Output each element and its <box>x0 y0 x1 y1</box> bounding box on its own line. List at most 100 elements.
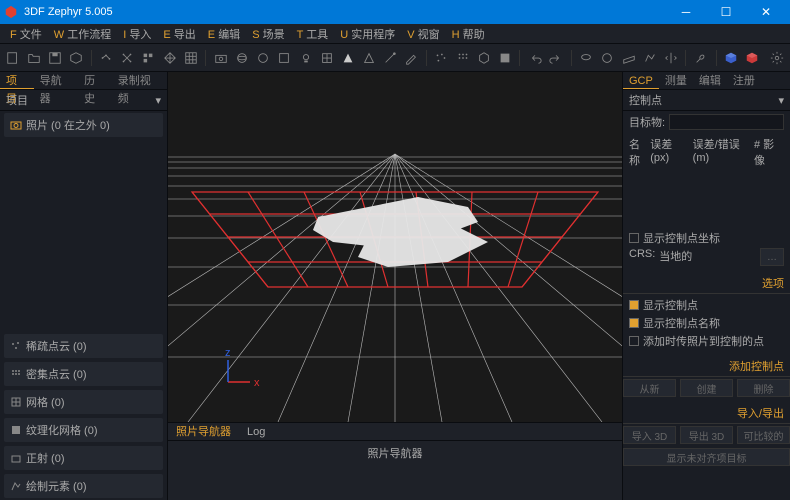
tool-hex-icon[interactable] <box>475 49 492 67</box>
tool-triangle-icon[interactable] <box>339 49 356 67</box>
item-ortho[interactable]: 正射 (0) <box>4 446 163 470</box>
tab-navigator[interactable]: 导航器 <box>34 72 78 89</box>
check-add-transfer[interactable] <box>629 336 639 346</box>
btn-import3d[interactable]: 导入 3D <box>623 426 676 444</box>
check-show-coords[interactable] <box>629 233 639 243</box>
item-elements[interactable]: 绘制元素 (0) <box>4 474 163 498</box>
tool-pencil-icon[interactable] <box>403 49 420 67</box>
tab-history[interactable]: 历史 <box>78 72 112 89</box>
tool-camera-icon[interactable] <box>212 49 229 67</box>
tab-project[interactable]: 项目 <box>0 72 34 89</box>
tool-redo-icon[interactable] <box>548 49 565 67</box>
titlebar: 3DF Zephyr 5.005 ─ ☐ ✕ <box>0 0 790 24</box>
tool-new-icon[interactable] <box>4 49 21 67</box>
check-show-cp-names[interactable] <box>629 318 639 328</box>
menu-export[interactable]: E 导出 <box>157 26 201 42</box>
item-textured[interactable]: 纹理化网格 (0) <box>4 418 163 442</box>
app-icon <box>4 5 18 19</box>
btn-export3d[interactable]: 导出 3D <box>680 426 733 444</box>
crs-label: CRS: <box>629 248 655 266</box>
menu-utilities[interactable]: U 实用程序 <box>334 26 401 42</box>
rtab-register[interactable]: 注册 <box>727 72 761 89</box>
tool-grid-icon[interactable] <box>318 49 335 67</box>
tool-cube-red-icon[interactable] <box>744 49 761 67</box>
collapse-icon[interactable]: ▾ <box>778 94 784 107</box>
tool-settings-icon[interactable] <box>769 49 786 67</box>
menu-view[interactable]: V 视窗 <box>401 26 445 42</box>
photo-navigator-panel: 照片导航器 <box>168 440 622 500</box>
close-button[interactable]: ✕ <box>746 0 786 24</box>
menu-tools[interactable]: T 工具 <box>291 26 335 42</box>
maximize-button[interactable]: ☐ <box>706 0 746 24</box>
tool-box-icon[interactable] <box>496 49 513 67</box>
bottom-tab-nav[interactable]: 照片导航器 <box>168 423 239 440</box>
item-photos[interactable]: 照片 (0 在之外 0) <box>4 113 163 137</box>
crs-button[interactable]: … <box>760 248 784 266</box>
tool-plane-icon[interactable] <box>620 49 637 67</box>
crs-value: 当地的 <box>659 248 760 266</box>
menu-file[interactable]: F 文件 <box>4 26 48 42</box>
tool-light-icon[interactable] <box>297 49 314 67</box>
item-mesh[interactable]: 网格 (0) <box>4 390 163 414</box>
tool-points1-icon[interactable] <box>433 49 450 67</box>
window-title: 3DF Zephyr 5.005 <box>24 6 666 18</box>
viewport-3d[interactable]: x z <box>168 72 622 422</box>
tool-open-icon[interactable] <box>25 49 42 67</box>
toolbar <box>0 44 790 72</box>
tool-circle2-icon[interactable] <box>599 49 616 67</box>
menu-import[interactable]: I 导入 <box>117 26 157 42</box>
col-img: # 影像 <box>754 136 784 168</box>
axis-z-label: z <box>225 347 231 359</box>
bottom-tab-log[interactable]: Log <box>239 423 273 440</box>
rtab-gcp[interactable]: GCP <box>623 72 659 89</box>
rtab-measure[interactable]: 测量 <box>659 72 693 89</box>
tool-undo-icon[interactable] <box>526 49 543 67</box>
menu-workflow[interactable]: W 工作流程 <box>48 26 117 42</box>
item-dense[interactable]: 密集点云 (0) <box>4 362 163 386</box>
photo-nav-title: 照片导航器 <box>368 445 423 461</box>
controlpoints-title: 控制点 <box>629 92 662 108</box>
check-show-cp[interactable] <box>629 300 639 310</box>
menubar: F 文件 W 工作流程 I 导入 E 导出 E 编辑 S 场景 T 工具 U 实… <box>0 24 790 44</box>
item-sparse[interactable]: 稀疏点云 (0) <box>4 334 163 358</box>
btn-create[interactable]: 创建 <box>680 379 733 397</box>
tool-workflow1-icon[interactable] <box>98 49 115 67</box>
col-err: 误差 (px) <box>650 136 692 168</box>
tool-points2-icon[interactable] <box>454 49 471 67</box>
btn-compare[interactable]: 可比较的 <box>737 426 790 444</box>
collapse-icon[interactable]: ▾ <box>155 94 161 107</box>
btn-delete[interactable]: 删除 <box>737 379 790 397</box>
tool-cube-blue-icon[interactable] <box>723 49 740 67</box>
tool-orbit-icon[interactable] <box>233 49 250 67</box>
group-options: 选项 <box>623 273 790 294</box>
tab-record[interactable]: 录制视频 <box>112 72 167 89</box>
tool-save-icon[interactable] <box>46 49 63 67</box>
tool-wand-icon[interactable] <box>382 49 399 67</box>
target-input[interactable] <box>669 114 784 130</box>
tool-triangle2-icon[interactable] <box>360 49 377 67</box>
menu-scene[interactable]: S 场景 <box>246 26 290 42</box>
tool-workflow3-icon[interactable] <box>140 49 157 67</box>
tool-path-icon[interactable] <box>641 49 658 67</box>
tool-texture-icon[interactable] <box>182 49 199 67</box>
btn-show-unaligned[interactable]: 显示未对齐项目标 <box>623 448 790 466</box>
col-dist: 误差/错误(m) <box>693 136 754 168</box>
tool-wrench-icon[interactable] <box>692 49 709 67</box>
group-io: 导入/导出 <box>623 403 790 424</box>
minimize-button[interactable]: ─ <box>666 0 706 24</box>
rtab-edit[interactable]: 编辑 <box>693 72 727 89</box>
left-panel: 项目 导航器 历史 录制视频 项目▾ 照片 (0 在之外 0) 稀疏点云 (0)… <box>0 72 168 500</box>
menu-help[interactable]: H 帮助 <box>446 26 491 42</box>
btn-new[interactable]: 从新 <box>623 379 676 397</box>
tool-split-icon[interactable] <box>662 49 679 67</box>
tool-lasso-icon[interactable] <box>578 49 595 67</box>
target-label: 目标物: <box>629 114 665 130</box>
panel-subtitle: 项目▾ <box>0 90 167 111</box>
menu-edit[interactable]: E 编辑 <box>202 26 246 42</box>
tool-cube-icon[interactable] <box>67 49 84 67</box>
tool-circle-icon[interactable] <box>255 49 272 67</box>
tool-workflow2-icon[interactable] <box>119 49 136 67</box>
tool-square-icon[interactable] <box>276 49 293 67</box>
axis-x-label: x <box>254 377 260 389</box>
tool-mesh-icon[interactable] <box>161 49 178 67</box>
